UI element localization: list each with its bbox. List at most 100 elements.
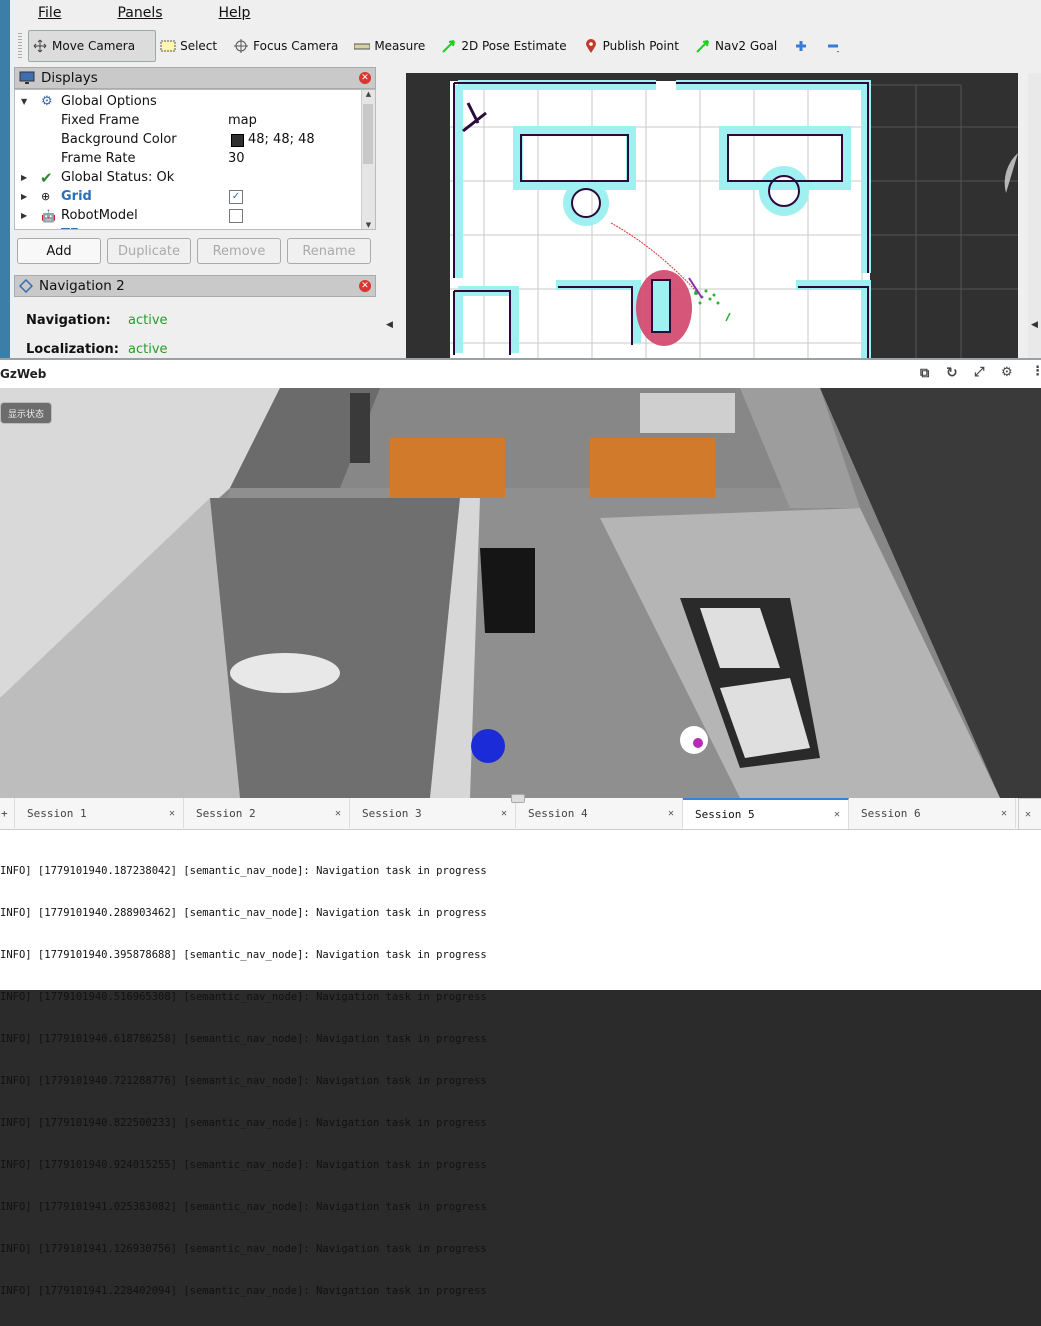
tree-row-frame-rate[interactable]: Frame Rate 30 xyxy=(15,149,360,168)
rename-button[interactable]: Rename xyxy=(287,238,371,264)
robotmodel-checkbox[interactable] xyxy=(229,209,243,223)
grid-icon: ⊕ xyxy=(41,190,51,203)
pose-arrow-icon xyxy=(442,40,456,53)
collapse-right-icon[interactable]: ◀ xyxy=(1031,320,1038,330)
close-icon[interactable]: ✕ xyxy=(668,808,674,819)
log-line: INFO] [1779101941.228402094] [semantic_n… xyxy=(0,1285,487,1297)
close-icon[interactable]: ✕ xyxy=(359,72,371,84)
tree-row-robotmodel[interactable]: ▶ 🤖 RobotModel xyxy=(15,206,360,225)
log-line: INFO] [1779101940.516965308] [semantic_n… xyxy=(0,991,487,1003)
close-icon[interactable]: ✕ xyxy=(359,280,371,292)
tree-row-global-status[interactable]: ▶ ✔ Global Status: Ok xyxy=(15,168,360,187)
duplicate-button[interactable]: Duplicate xyxy=(107,238,191,264)
fullscreen-icon[interactable]: ⤢ xyxy=(974,365,984,380)
menu-file[interactable]: File xyxy=(10,3,89,25)
close-icon[interactable]: ✕ xyxy=(1001,808,1007,819)
publish-point-tool[interactable]: Publish Point xyxy=(579,31,691,61)
log-line: INFO] [1779101940.721288776] [semantic_n… xyxy=(0,1075,487,1087)
nav2-body: Navigation: active Localization: active xyxy=(26,313,168,357)
right-collapsed-pane[interactable]: ◀ xyxy=(1028,73,1041,358)
menu-panels[interactable]: Panels xyxy=(89,3,190,25)
scroll-down-icon[interactable]: ▼ xyxy=(362,221,375,229)
tab-session-3[interactable]: Session 3 ✕ xyxy=(350,798,516,828)
terminal-output[interactable]: INFO] [1779101940.187238042] [semantic_n… xyxy=(0,836,487,1326)
rviz-3d-view[interactable] xyxy=(406,73,1018,358)
occupancy-map[interactable] xyxy=(406,73,1018,358)
diamond-icon xyxy=(19,279,33,293)
new-tab-button[interactable]: + xyxy=(0,798,15,828)
add-tool-button[interactable] xyxy=(789,31,821,61)
toolbar-grip[interactable] xyxy=(18,33,22,59)
displays-tree[interactable]: ▼ ⚙ Global Options Fixed Frame map Backg… xyxy=(14,89,376,230)
close-icon: ✕ xyxy=(1025,808,1032,820)
scroll-up-icon[interactable]: ▲ xyxy=(362,90,375,98)
close-all-button[interactable]: ✕ xyxy=(1018,798,1041,830)
gzweb-header: GzWeb ⧉ ↻ ⤢ ⚙ ⋮ xyxy=(0,360,1041,389)
tree-row-fixed-frame[interactable]: Fixed Frame map xyxy=(15,111,360,130)
expanded-arrow-icon[interactable]: ▼ xyxy=(21,97,31,106)
displays-scrollbar[interactable]: ▲ ▼ xyxy=(361,90,375,229)
tab-session-2[interactable]: Session 2 ✕ xyxy=(184,798,350,828)
check-icon: ✔ xyxy=(40,168,53,187)
log-line: INFO] [1779101940.822500233] [semantic_n… xyxy=(0,1117,487,1129)
collapsed-arrow-icon[interactable]: ▶ xyxy=(21,192,31,201)
tab-session-5[interactable]: Session 5 ✕ xyxy=(683,798,849,829)
rviz-window: File Panels Help Move Camera Select Focu… xyxy=(0,0,1041,360)
tab-session-4[interactable]: Session 4 ✕ xyxy=(516,798,683,828)
measure-icon xyxy=(354,43,371,50)
grid-checkbox[interactable]: ✓ xyxy=(229,190,243,204)
show-status-button[interactable]: 显示状态 xyxy=(0,402,52,424)
goal-arrow-icon xyxy=(696,40,709,53)
log-line: INFO] [1779101940.618786258] [semantic_n… xyxy=(0,1033,487,1045)
office-scene xyxy=(0,388,1041,798)
add-button[interactable]: Add xyxy=(17,238,101,264)
close-icon[interactable]: ✕ xyxy=(834,809,840,820)
pose-estimate-tool[interactable]: 2D Pose Estimate xyxy=(437,31,578,61)
select-icon xyxy=(160,40,176,52)
tree-row-grid[interactable]: ▶ ⊕ Grid ✓ xyxy=(15,187,360,206)
scroll-thumb[interactable] xyxy=(363,104,373,164)
log-line: INFO] [1779101940.395878688] [semantic_n… xyxy=(0,949,487,961)
collapsed-arrow-icon[interactable]: ▶ xyxy=(21,211,31,220)
tab-session-1[interactable]: Session 1 ✕ xyxy=(15,798,184,828)
minus-icon xyxy=(828,44,840,53)
focus-camera-tool[interactable]: Focus Camera xyxy=(229,31,350,61)
terminal-window: + Session 1 ✕ Session 2 ✕ Session 3 ✕ Sessi… xyxy=(0,794,1041,1297)
robot-icon: 🤖 xyxy=(41,208,56,223)
remove-button[interactable]: Remove xyxy=(197,238,281,264)
tree-row-background-color[interactable]: Background Color 48; 48; 48 xyxy=(15,130,360,149)
plus-icon: + xyxy=(1,806,8,820)
nav2-header: Navigation 2 ✕ xyxy=(14,275,376,297)
tree-row-global-options[interactable]: ▼ ⚙ Global Options xyxy=(15,92,360,111)
nav2-panel: Navigation 2 ✕ Navigation: active Locali… xyxy=(14,275,376,367)
menubar: File Panels Help xyxy=(10,3,278,25)
more-icon[interactable]: ⋮ xyxy=(1031,364,1041,379)
desktop-edge xyxy=(0,0,10,358)
tab-session-6[interactable]: Session 6 ✕ xyxy=(849,798,1016,828)
close-icon[interactable]: ✕ xyxy=(169,808,175,819)
log-line: INFO] [1779101941.025383082] [semantic_n… xyxy=(0,1201,487,1213)
plus-icon xyxy=(796,41,807,51)
remove-tool-button[interactable] xyxy=(821,31,853,61)
focus-camera-icon xyxy=(234,39,249,53)
session-tabs: + Session 1 ✕ Session 2 ✕ Session 3 ✕ Sessi… xyxy=(0,794,1041,830)
move-camera-tool[interactable]: Move Camera xyxy=(28,30,157,62)
measure-tool[interactable]: Measure xyxy=(350,31,437,61)
close-icon[interactable]: ✕ xyxy=(335,808,341,819)
select-tool[interactable]: Select xyxy=(156,31,229,61)
toolbar: Move Camera Select Focus Camera Measure … xyxy=(10,28,1041,64)
close-icon[interactable]: ✕ xyxy=(501,808,507,819)
gear-icon[interactable]: ⚙ xyxy=(1001,365,1013,380)
collapsed-arrow-icon[interactable]: ▶ xyxy=(21,173,31,182)
copy-icon[interactable]: ⧉ xyxy=(920,366,929,381)
menu-help[interactable]: Help xyxy=(191,3,279,25)
resize-handle[interactable] xyxy=(511,794,525,803)
displays-panel: Displays ✕ ▼ ⚙ Global Options Fixed Fram… xyxy=(14,67,376,230)
refresh-icon[interactable]: ↻ xyxy=(946,365,958,381)
collapse-left-icon[interactable]: ◀ xyxy=(386,320,393,330)
gazebo-3d-scene[interactable]: 显示状态 xyxy=(0,388,1041,798)
nav2-goal-tool[interactable]: Nav2 Goal xyxy=(691,31,789,61)
tree-row-tf[interactable]: TF xyxy=(15,225,360,229)
move-camera-icon xyxy=(33,39,47,53)
color-swatch[interactable] xyxy=(231,134,244,147)
